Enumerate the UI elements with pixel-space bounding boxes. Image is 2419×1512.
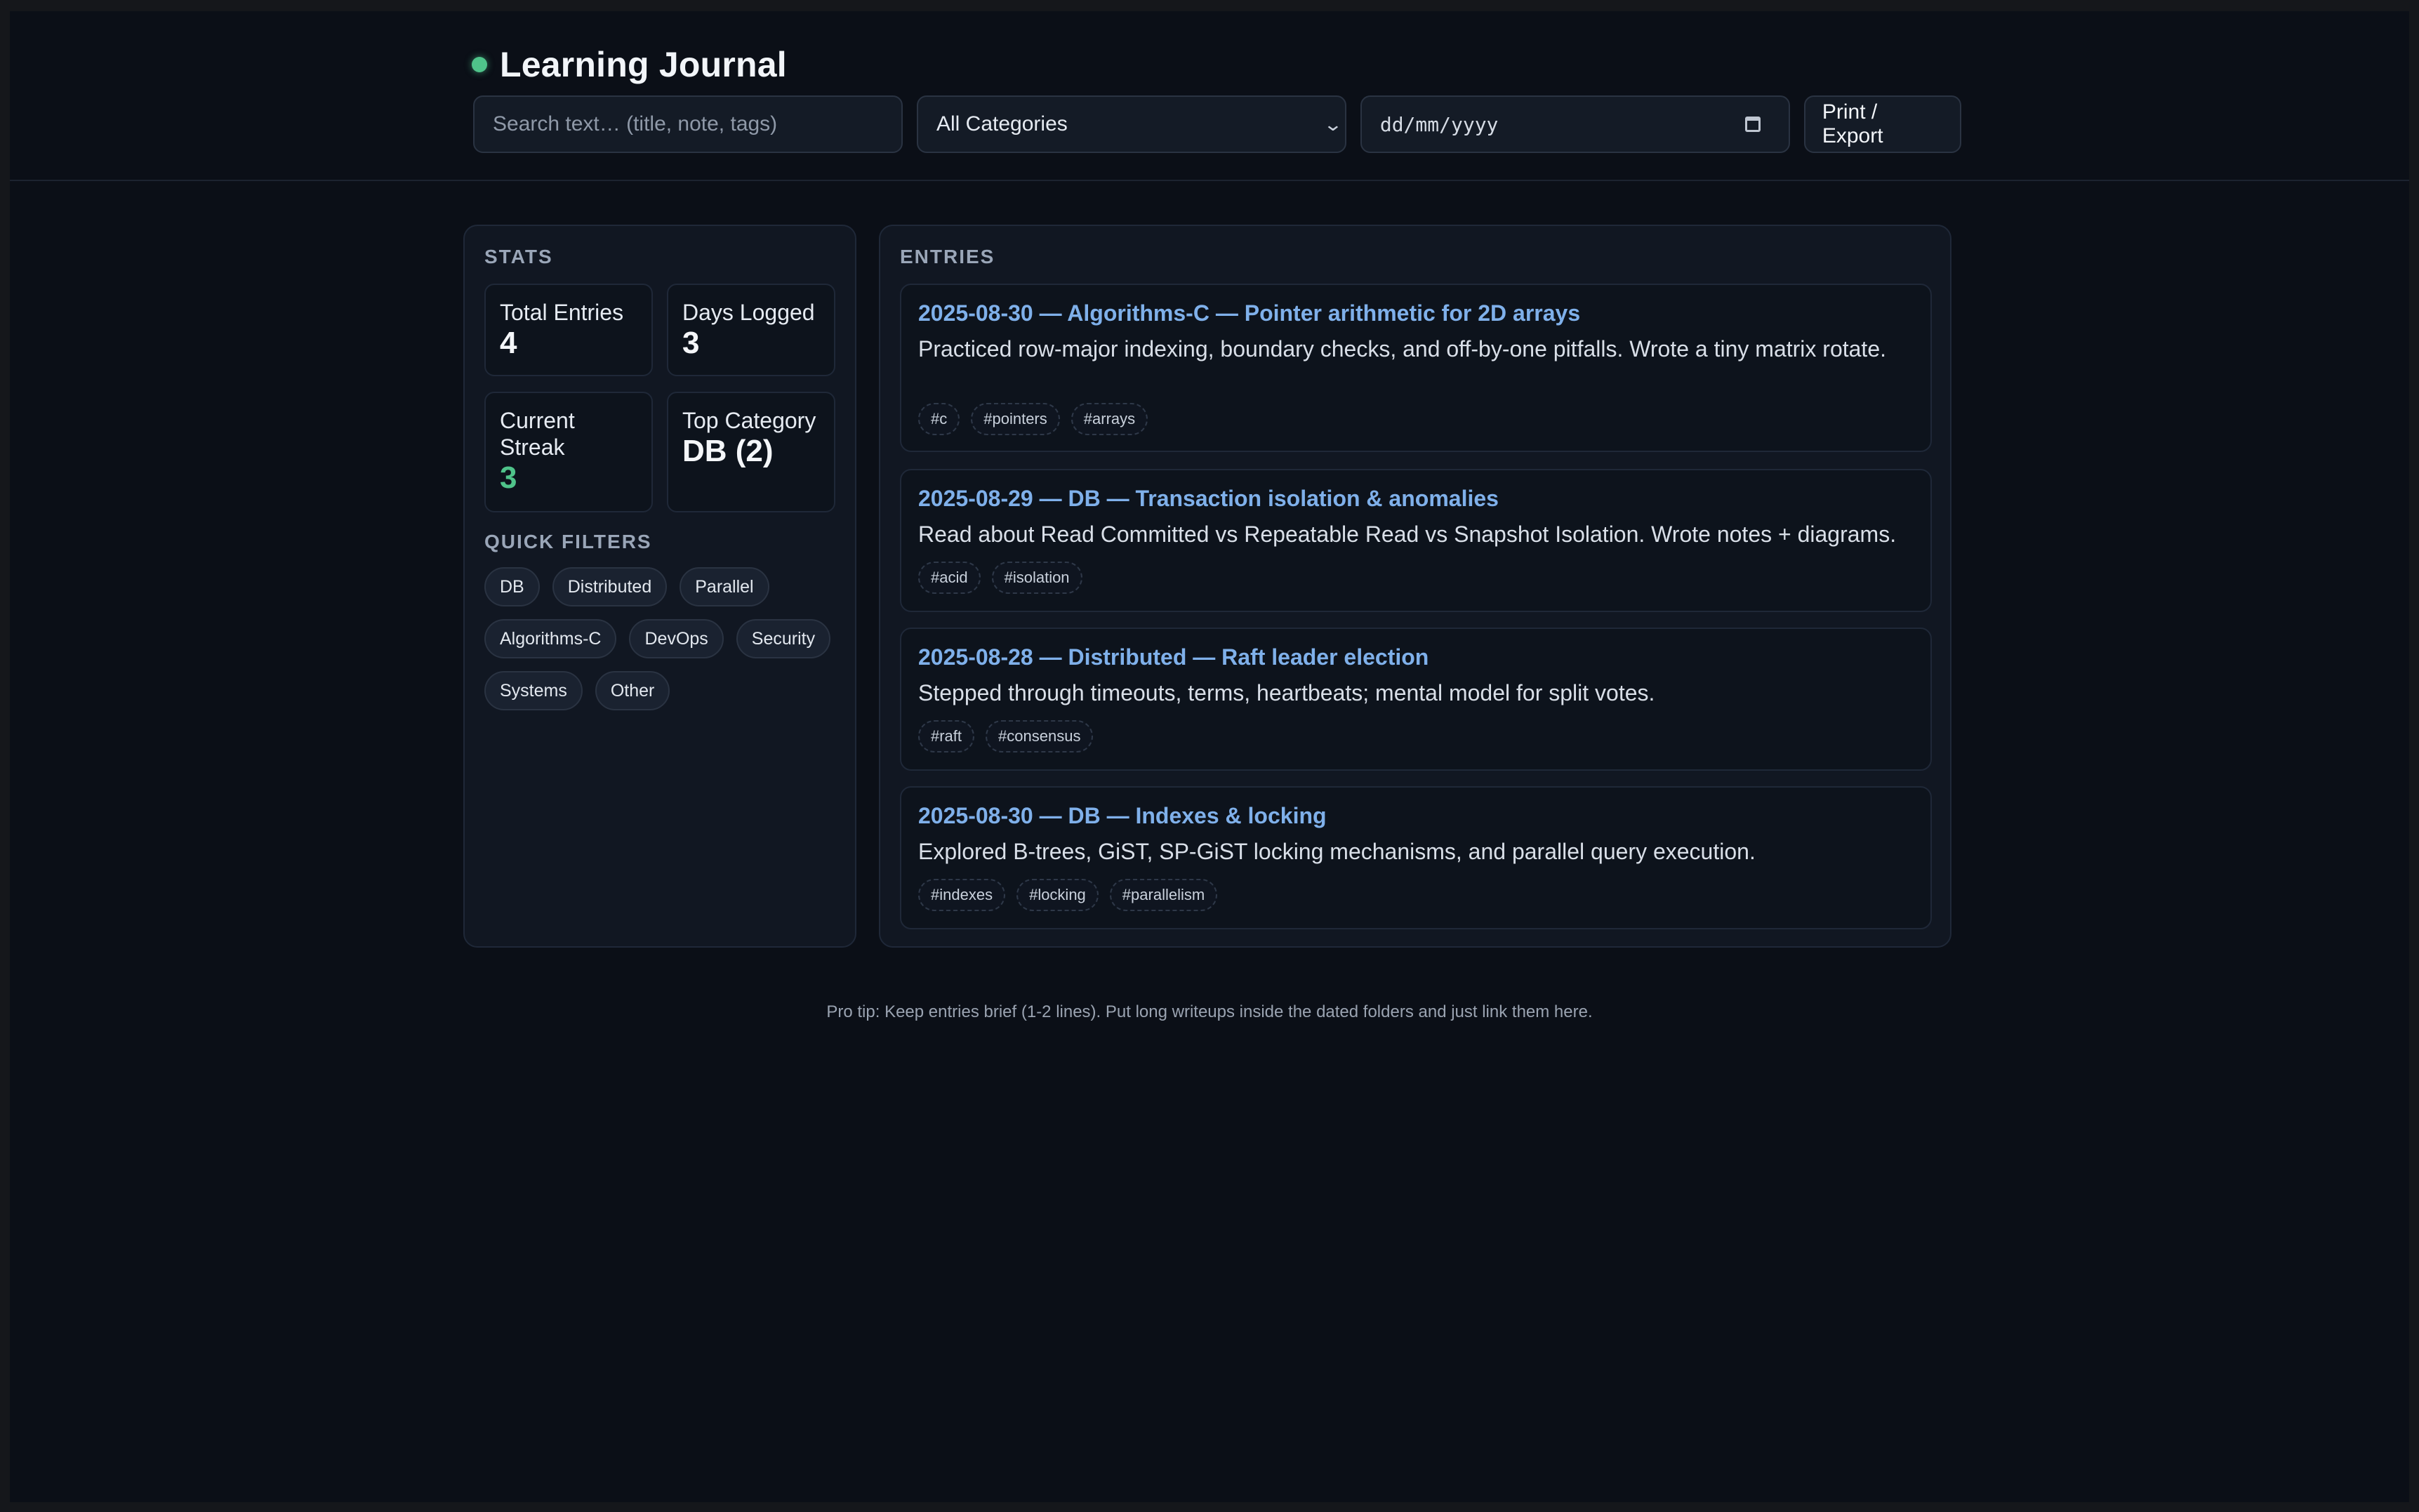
- page-title: Learning Journal: [500, 45, 787, 84]
- entry-note: Practiced row-major indexing, boundary c…: [918, 336, 1886, 362]
- tag[interactable]: #isolation: [991, 562, 1082, 594]
- filter-chip-db[interactable]: DB: [484, 567, 540, 606]
- tag[interactable]: #indexes: [918, 879, 1006, 911]
- entry-card: 2025-08-30 — Algorithms-C — Pointer arit…: [900, 284, 1932, 452]
- filter-chip-algorithms-c[interactable]: Algorithms-C: [484, 619, 617, 658]
- stat-card-days-logged: Days Logged 3: [667, 284, 835, 376]
- date-placeholder: dd/mm/yyyy: [1379, 112, 1499, 136]
- search-placeholder: Search text… (title, note, tags): [493, 112, 778, 135]
- entries-heading: ENTRIES: [900, 246, 995, 267]
- footer-tip: Pro tip: Keep entries brief (1-2 lines).…: [826, 1002, 1593, 1021]
- stat-value: 3: [682, 326, 700, 360]
- tag[interactable]: #raft: [918, 720, 975, 752]
- filter-chip-security[interactable]: Security: [736, 619, 831, 658]
- tag[interactable]: #parallelism: [1109, 879, 1218, 911]
- header-inner: Learning Journal Search text… (title, no…: [463, 11, 1962, 180]
- stat-card-total-entries: Total Entries 4: [484, 284, 653, 376]
- tag[interactable]: #pointers: [971, 403, 1060, 435]
- print-export-button[interactable]: Print / Export: [1803, 95, 1962, 153]
- stat-label: Current Streak: [500, 408, 575, 460]
- entry-note: Explored B-trees, GiST, SP-GiST locking …: [918, 839, 1756, 864]
- entry-card: 2025-08-28 — Distributed — Raft leader e…: [900, 628, 1932, 771]
- filter-chip-distributed[interactable]: Distributed: [552, 567, 668, 606]
- entry-title[interactable]: 2025-08-29 — DB — Transaction isolation …: [918, 486, 1499, 512]
- tag[interactable]: #locking: [1016, 879, 1099, 911]
- stat-label: Top Category: [682, 408, 816, 433]
- entry-title[interactable]: 2025-08-30 — DB — Indexes & locking: [918, 803, 1327, 829]
- tag[interactable]: #acid: [918, 562, 981, 594]
- stat-value: 3: [500, 460, 517, 495]
- quick-filters-heading: QUICK FILTERS: [484, 531, 652, 552]
- tag[interactable]: #c: [918, 403, 960, 435]
- entry-card: 2025-08-29 — DB — Transaction isolation …: [900, 469, 1932, 612]
- entry-title[interactable]: 2025-08-30 — Algorithms-C — Pointer arit…: [918, 300, 1580, 326]
- quick-filters: DB Distributed Parallel Algorithms-C Dev…: [484, 567, 849, 710]
- tag[interactable]: #consensus: [986, 720, 1094, 752]
- chevron-down-icon: ⌄: [1323, 113, 1344, 135]
- tag[interactable]: #arrays: [1071, 403, 1148, 435]
- status-dot-icon: [472, 57, 487, 72]
- entry-tags: #raft #consensus: [918, 720, 1094, 752]
- date-input[interactable]: dd/mm/yyyy: [1360, 95, 1790, 153]
- filter-chip-systems[interactable]: Systems: [484, 671, 583, 710]
- entry-tags: #indexes #locking #parallelism: [918, 879, 1218, 911]
- app-header: Learning Journal Search text… (title, no…: [10, 11, 2409, 181]
- filter-chip-parallel[interactable]: Parallel: [680, 567, 769, 606]
- stat-value: DB (2): [682, 434, 774, 468]
- stat-label: Days Logged: [682, 300, 815, 325]
- entry-note: Stepped through timeouts, terms, heartbe…: [918, 680, 1655, 705]
- entry-tags: #acid #isolation: [918, 562, 1082, 594]
- entry-tags: #c #pointers #arrays: [918, 403, 1148, 435]
- stat-card-current-streak: Current Streak 3: [484, 392, 653, 512]
- entry-card: 2025-08-30 — DB — Indexes & locking Expl…: [900, 786, 1932, 929]
- stat-card-top-category: Top Category DB (2): [667, 392, 835, 512]
- stat-value: 4: [500, 326, 517, 360]
- stats-panel: STATS Total Entries 4 Days Logged 3 Curr…: [463, 225, 856, 948]
- category-select[interactable]: All Categories ⌄: [917, 95, 1346, 153]
- search-input[interactable]: Search text… (title, note, tags): [473, 95, 903, 153]
- entry-title[interactable]: 2025-08-28 — Distributed — Raft leader e…: [918, 644, 1429, 670]
- entries-panel: ENTRIES 2025-08-30 — Algorithms-C — Poin…: [879, 225, 1951, 948]
- stats-heading: STATS: [484, 246, 553, 267]
- toolbar: Search text… (title, note, tags) All Cat…: [473, 95, 1962, 153]
- filter-chip-other[interactable]: Other: [595, 671, 670, 710]
- filter-chip-devops[interactable]: DevOps: [629, 619, 724, 658]
- entry-note: Read about Read Committed vs Repeatable …: [918, 522, 1897, 547]
- stat-label: Total Entries: [500, 300, 624, 325]
- category-selected-value: All Categories: [936, 112, 1068, 135]
- calendar-icon[interactable]: [1744, 117, 1761, 132]
- title-row: Learning Journal: [472, 38, 787, 91]
